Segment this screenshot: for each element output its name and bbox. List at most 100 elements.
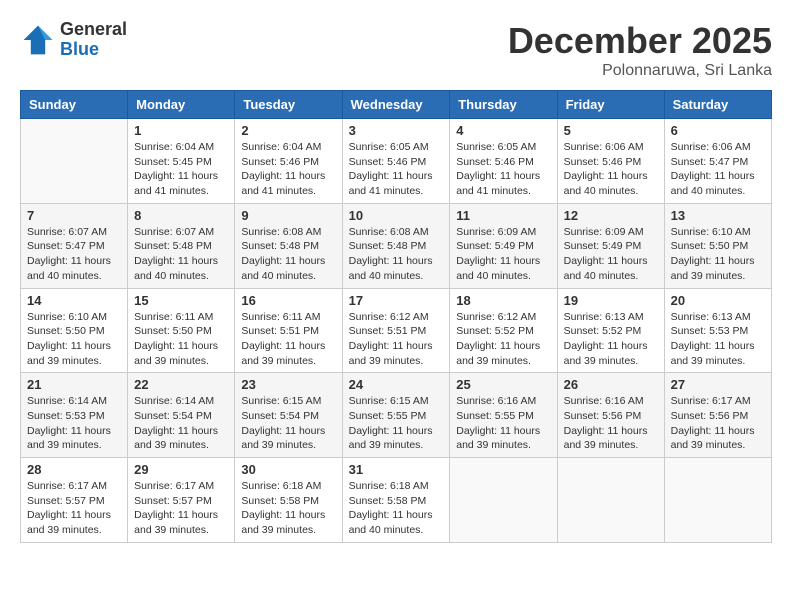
day-info: Sunrise: 6:07 AMSunset: 5:48 PMDaylight:…	[134, 225, 228, 284]
day-info: Sunrise: 6:14 AMSunset: 5:53 PMDaylight:…	[27, 394, 121, 453]
day-info: Sunrise: 6:14 AMSunset: 5:54 PMDaylight:…	[134, 394, 228, 453]
day-number: 30	[241, 462, 335, 477]
day-info: Sunrise: 6:16 AMSunset: 5:55 PMDaylight:…	[456, 394, 550, 453]
title-block: December 2025 Polonnaruwa, Sri Lanka	[508, 20, 772, 80]
day-number: 2	[241, 123, 335, 138]
calendar-cell: 28 Sunrise: 6:17 AMSunset: 5:57 PMDayligh…	[21, 458, 128, 543]
day-number: 15	[134, 293, 228, 308]
calendar-table: SundayMondayTuesdayWednesdayThursdayFrid…	[20, 90, 772, 543]
calendar-cell: 19 Sunrise: 6:13 AMSunset: 5:52 PMDayligh…	[557, 288, 664, 373]
calendar-cell	[664, 458, 771, 543]
calendar-cell: 30 Sunrise: 6:18 AMSunset: 5:58 PMDayligh…	[235, 458, 342, 543]
day-info: Sunrise: 6:10 AMSunset: 5:50 PMDaylight:…	[671, 225, 765, 284]
day-number: 27	[671, 377, 765, 392]
calendar-cell: 17 Sunrise: 6:12 AMSunset: 5:51 PMDayligh…	[342, 288, 450, 373]
day-info: Sunrise: 6:07 AMSunset: 5:47 PMDaylight:…	[27, 225, 121, 284]
calendar-week-row: 14 Sunrise: 6:10 AMSunset: 5:50 PMDayligh…	[21, 288, 772, 373]
calendar-cell: 3 Sunrise: 6:05 AMSunset: 5:46 PMDaylight…	[342, 119, 450, 204]
day-number: 25	[456, 377, 550, 392]
day-number: 5	[564, 123, 658, 138]
day-info: Sunrise: 6:15 AMSunset: 5:55 PMDaylight:…	[349, 394, 444, 453]
day-info: Sunrise: 6:08 AMSunset: 5:48 PMDaylight:…	[241, 225, 335, 284]
calendar-cell: 10 Sunrise: 6:08 AMSunset: 5:48 PMDayligh…	[342, 203, 450, 288]
day-number: 23	[241, 377, 335, 392]
calendar-cell: 24 Sunrise: 6:15 AMSunset: 5:55 PMDayligh…	[342, 373, 450, 458]
day-info: Sunrise: 6:17 AMSunset: 5:56 PMDaylight:…	[671, 394, 765, 453]
day-number: 10	[349, 208, 444, 223]
calendar-cell: 6 Sunrise: 6:06 AMSunset: 5:47 PMDaylight…	[664, 119, 771, 204]
day-number: 16	[241, 293, 335, 308]
day-number: 1	[134, 123, 228, 138]
weekday-header-tuesday: Tuesday	[235, 91, 342, 119]
day-info: Sunrise: 6:18 AMSunset: 5:58 PMDaylight:…	[241, 479, 335, 538]
day-number: 21	[27, 377, 121, 392]
day-info: Sunrise: 6:13 AMSunset: 5:53 PMDaylight:…	[671, 310, 765, 369]
day-info: Sunrise: 6:15 AMSunset: 5:54 PMDaylight:…	[241, 394, 335, 453]
calendar-cell: 8 Sunrise: 6:07 AMSunset: 5:48 PMDaylight…	[128, 203, 235, 288]
day-info: Sunrise: 6:06 AMSunset: 5:46 PMDaylight:…	[564, 140, 658, 199]
weekday-header-friday: Friday	[557, 91, 664, 119]
calendar-cell: 29 Sunrise: 6:17 AMSunset: 5:57 PMDayligh…	[128, 458, 235, 543]
day-number: 28	[27, 462, 121, 477]
day-info: Sunrise: 6:05 AMSunset: 5:46 PMDaylight:…	[456, 140, 550, 199]
day-number: 17	[349, 293, 444, 308]
day-info: Sunrise: 6:16 AMSunset: 5:56 PMDaylight:…	[564, 394, 658, 453]
day-number: 18	[456, 293, 550, 308]
day-number: 26	[564, 377, 658, 392]
calendar-week-row: 7 Sunrise: 6:07 AMSunset: 5:47 PMDaylight…	[21, 203, 772, 288]
calendar-cell: 4 Sunrise: 6:05 AMSunset: 5:46 PMDaylight…	[450, 119, 557, 204]
day-info: Sunrise: 6:17 AMSunset: 5:57 PMDaylight:…	[134, 479, 228, 538]
day-number: 4	[456, 123, 550, 138]
day-number: 24	[349, 377, 444, 392]
day-info: Sunrise: 6:06 AMSunset: 5:47 PMDaylight:…	[671, 140, 765, 199]
day-number: 14	[27, 293, 121, 308]
day-number: 7	[27, 208, 121, 223]
calendar-cell: 18Sunrise: 6:12 AMSunset: 5:52 PMDayligh…	[450, 288, 557, 373]
day-number: 9	[241, 208, 335, 223]
calendar-cell	[21, 119, 128, 204]
weekday-header-saturday: Saturday	[664, 91, 771, 119]
calendar-cell	[450, 458, 557, 543]
day-info: Sunrise: 6:13 AMSunset: 5:52 PMDaylight:…	[564, 310, 658, 369]
day-number: 22	[134, 377, 228, 392]
weekday-header-row: SundayMondayTuesdayWednesdayThursdayFrid…	[21, 91, 772, 119]
day-info: Sunrise: 6:17 AMSunset: 5:57 PMDaylight:…	[27, 479, 121, 538]
day-number: 6	[671, 123, 765, 138]
logo-text: General Blue	[60, 20, 127, 60]
day-number: 13	[671, 208, 765, 223]
day-info: Sunrise: 6:08 AMSunset: 5:48 PMDaylight:…	[349, 225, 444, 284]
calendar-cell: 11 Sunrise: 6:09 AMSunset: 5:49 PMDayligh…	[450, 203, 557, 288]
day-info: Sunrise: 6:10 AMSunset: 5:50 PMDaylight:…	[27, 310, 121, 369]
day-info: Sunrise: 6:04 AMSunset: 5:46 PMDaylight:…	[241, 140, 335, 199]
day-info: Sunrise: 6:12 AMSunset: 5:51 PMDaylight:…	[349, 310, 444, 369]
calendar-cell: 7 Sunrise: 6:07 AMSunset: 5:47 PMDaylight…	[21, 203, 128, 288]
calendar-cell: 12Sunrise: 6:09 AMSunset: 5:49 PMDayligh…	[557, 203, 664, 288]
calendar-week-row: 21 Sunrise: 6:14 AMSunset: 5:53 PMDayligh…	[21, 373, 772, 458]
calendar-cell: 20Sunrise: 6:13 AMSunset: 5:53 PMDayligh…	[664, 288, 771, 373]
day-info: Sunrise: 6:04 AMSunset: 5:45 PMDaylight:…	[134, 140, 228, 199]
day-number: 3	[349, 123, 444, 138]
calendar-cell: 26 Sunrise: 6:16 AMSunset: 5:56 PMDayligh…	[557, 373, 664, 458]
logo: General Blue	[20, 20, 127, 60]
page-header: General Blue December 2025 Polonnaruwa, …	[20, 20, 772, 80]
calendar-cell: 5 Sunrise: 6:06 AMSunset: 5:46 PMDaylight…	[557, 119, 664, 204]
calendar-cell: 9 Sunrise: 6:08 AMSunset: 5:48 PMDaylight…	[235, 203, 342, 288]
weekday-header-thursday: Thursday	[450, 91, 557, 119]
weekday-header-wednesday: Wednesday	[342, 91, 450, 119]
day-info: Sunrise: 6:11 AMSunset: 5:50 PMDaylight:…	[134, 310, 228, 369]
calendar-cell: 1 Sunrise: 6:04 AMSunset: 5:45 PMDaylight…	[128, 119, 235, 204]
day-number: 29	[134, 462, 228, 477]
calendar-cell: 27 Sunrise: 6:17 AMSunset: 5:56 PMDayligh…	[664, 373, 771, 458]
calendar-cell	[557, 458, 664, 543]
day-number: 11	[456, 208, 550, 223]
day-number: 8	[134, 208, 228, 223]
day-info: Sunrise: 6:05 AMSunset: 5:46 PMDaylight:…	[349, 140, 444, 199]
day-number: 19	[564, 293, 658, 308]
calendar-cell: 13 Sunrise: 6:10 AMSunset: 5:50 PMDayligh…	[664, 203, 771, 288]
calendar-cell: 15 Sunrise: 6:11 AMSunset: 5:50 PMDayligh…	[128, 288, 235, 373]
day-info: Sunrise: 6:09 AMSunset: 5:49 PMDaylight:…	[456, 225, 550, 284]
logo-general: General	[60, 20, 127, 40]
month-title: December 2025	[508, 20, 772, 62]
day-info: Sunrise: 6:09 AMSunset: 5:49 PMDaylight:…	[564, 225, 658, 284]
day-info: Sunrise: 6:18 AMSunset: 5:58 PMDaylight:…	[349, 479, 444, 538]
